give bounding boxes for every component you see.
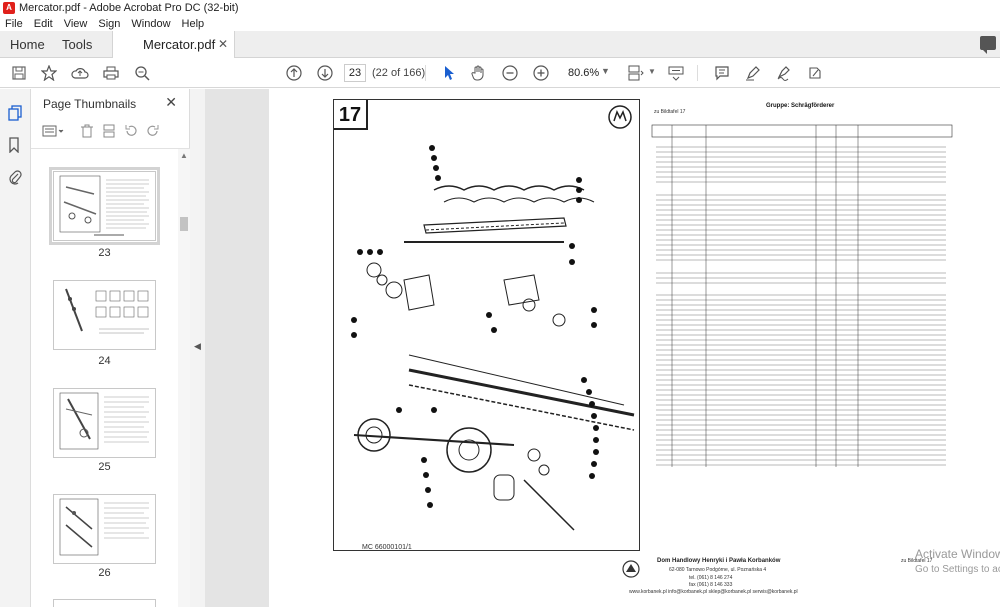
page-count-label: (22 of 166): [372, 67, 426, 79]
thumbnail-page[interactable]: [53, 388, 156, 458]
thumbnail-preview: [65, 288, 149, 334]
sign-icon[interactable]: [775, 65, 793, 81]
thumbnail-label: 25: [98, 461, 111, 473]
fit-page-icon[interactable]: [627, 65, 645, 81]
activate-windows-watermark: Activate Windows: [915, 547, 1000, 561]
window-title: Mercator.pdf - Adobe Acrobat Pro DC (32-…: [19, 2, 239, 14]
panel-title: Page Thumbnails: [43, 97, 137, 111]
bookmark-icon[interactable]: [8, 137, 23, 154]
cloud-upload-icon[interactable]: [71, 65, 89, 81]
publisher-web: www.korbanek.pl info@korbanek.pl sklep@k…: [629, 589, 798, 595]
thumbnail-label: 23: [98, 247, 111, 259]
menu-file[interactable]: File: [0, 18, 29, 30]
close-panel-icon[interactable]: ✕: [165, 94, 177, 111]
tab-row: Home Tools Mercator.pdf ✕: [0, 31, 1000, 58]
panel-toolbar: [41, 123, 181, 141]
thumbnail-preview: [59, 175, 149, 236]
publisher-address: 62-080 Tarnowo Podgórne, ul. Poznańska 4: [669, 567, 767, 573]
thumbnail-label: 26: [98, 567, 111, 579]
thumbnail-scrollbar[interactable]: ▲: [178, 149, 190, 607]
star-icon[interactable]: [40, 65, 58, 81]
zoom-search-icon[interactable]: [133, 65, 151, 81]
thumbnail-page[interactable]: [53, 599, 156, 607]
publisher-name: Dom Handlowy Henryki i Pawła Korbanków: [657, 558, 781, 564]
group-header: Gruppe: Schrägförderer: [766, 103, 835, 109]
menu-edit[interactable]: Edit: [29, 18, 59, 30]
thumbnail-preview: [59, 392, 149, 450]
fill-sign-icon[interactable]: [806, 65, 824, 81]
fit-chevron-icon[interactable]: ▼: [648, 67, 656, 76]
page-thumbnails-panel: Page Thumbnails ✕ 23 24 25 26 ▲: [31, 89, 190, 607]
trash-icon[interactable]: [79, 123, 95, 139]
toolbar-separator: [697, 65, 698, 81]
insert-pages-icon[interactable]: [101, 123, 117, 139]
save-icon[interactable]: [10, 65, 28, 81]
acrobat-logo-icon: A: [3, 2, 15, 14]
menu-window[interactable]: Window: [126, 18, 176, 30]
close-tab-icon[interactable]: ✕: [218, 37, 228, 51]
rotate-left-icon[interactable]: [123, 123, 139, 139]
rotate-right-icon[interactable]: [145, 123, 161, 139]
plus-circle-icon[interactable]: [532, 65, 550, 81]
parts-table-lines: [651, 124, 953, 467]
parts-list-table: zu Bildtafel 17 Gruppe: Schrägförderer z…: [646, 103, 959, 564]
thumbnail-page[interactable]: [53, 494, 156, 564]
thumbnail-page[interactable]: [53, 280, 156, 350]
highlight-pen-icon[interactable]: [744, 65, 762, 81]
page-thumbnails-icon[interactable]: [8, 105, 23, 121]
thumbnail-preview: [59, 498, 149, 556]
cursor-icon[interactable]: [440, 65, 458, 81]
parts-drawing: [351, 145, 635, 531]
manufacturer-logo-icon: [608, 105, 632, 129]
page-number-input[interactable]: 23: [344, 64, 366, 82]
print-icon[interactable]: [102, 65, 120, 81]
exploded-diagram: 17 MC 66000101/1: [333, 99, 640, 551]
plate-number: 17: [334, 100, 368, 130]
comment-bubble-icon[interactable]: [980, 36, 996, 54]
arrow-up-circle-icon[interactable]: [285, 65, 303, 81]
document-tab-label: Mercator.pdf: [143, 37, 216, 52]
chevron-down-icon[interactable]: ▼: [601, 66, 610, 76]
scroll-up-icon[interactable]: ▲: [180, 151, 188, 160]
toolbar-separator: [425, 65, 426, 81]
left-nav-rail: [0, 89, 31, 607]
attachment-icon[interactable]: [8, 169, 23, 185]
plate-reference-top: zu Bildtafel 17: [654, 109, 686, 115]
document-view[interactable]: 17 MC 66000101/1 zu Bildtafel 17 Gruppe:…: [205, 89, 1000, 607]
menu-view[interactable]: View: [59, 18, 94, 30]
thumbnail-list: 23 24 25 26: [31, 149, 178, 607]
collapse-arrow-icon[interactable]: ◀: [194, 341, 201, 352]
tab-document[interactable]: Mercator.pdf ✕: [112, 31, 235, 58]
main-toolbar: 23 (22 of 166) 80.6% ▼ ▼: [0, 58, 1000, 88]
scroll-mode-icon[interactable]: [667, 65, 685, 81]
publisher-tel: tel. (061) 8 146 274: [689, 575, 733, 581]
pdf-page: 17 MC 66000101/1 zu Bildtafel 17 Gruppe:…: [269, 89, 1000, 607]
tab-tools[interactable]: Tools: [62, 37, 92, 52]
panel-collapse-handle[interactable]: ◀: [190, 89, 205, 607]
arrow-down-circle-icon[interactable]: [316, 65, 334, 81]
thumbnail-options-icon[interactable]: [41, 123, 67, 139]
drawing-code: MC 66000101/1: [362, 544, 412, 551]
activate-windows-hint: Go to Settings to activate Windows.: [915, 564, 1000, 575]
menu-help[interactable]: Help: [177, 18, 211, 30]
hand-icon[interactable]: [470, 65, 488, 81]
scrollbar-thumb[interactable]: [180, 217, 188, 231]
comment-icon[interactable]: [713, 65, 731, 81]
menu-sign[interactable]: Sign: [93, 18, 126, 30]
acrobat-window: A Mercator.pdf - Adobe Acrobat Pro DC (3…: [0, 0, 1000, 607]
thumbnail-page[interactable]: [49, 167, 160, 245]
minus-circle-icon[interactable]: [501, 65, 519, 81]
publisher-logo-icon: [622, 560, 640, 578]
publisher-fax: fax (061) 8 146 333: [689, 582, 733, 588]
thumbnail-label: 24: [98, 355, 111, 367]
tab-home[interactable]: Home: [10, 37, 45, 52]
title-bar: A Mercator.pdf - Adobe Acrobat Pro DC (3…: [0, 0, 1000, 16]
menu-bar: File Edit View Sign Window Help: [0, 16, 1000, 31]
